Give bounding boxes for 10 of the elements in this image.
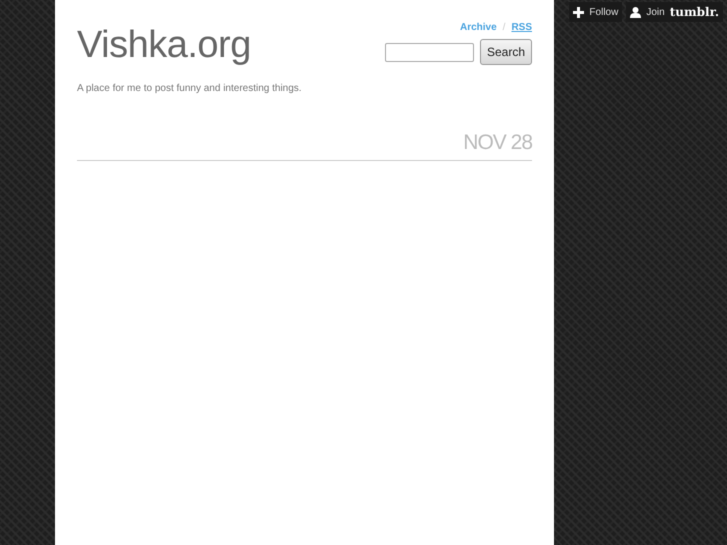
blog-title: Vishka.org [77, 24, 252, 67]
person-icon [630, 6, 642, 18]
follow-button[interactable]: Follow [569, 2, 622, 22]
join-button[interactable]: Join tumblr. [626, 2, 723, 22]
plus-icon [573, 6, 584, 18]
search-field[interactable] [384, 42, 474, 62]
blog-description: A place for me to post funny and interesting things. [77, 83, 302, 94]
separator: / [502, 22, 506, 33]
search-button[interactable]: Search [480, 39, 532, 65]
post-date: NOV 28 [77, 131, 532, 161]
